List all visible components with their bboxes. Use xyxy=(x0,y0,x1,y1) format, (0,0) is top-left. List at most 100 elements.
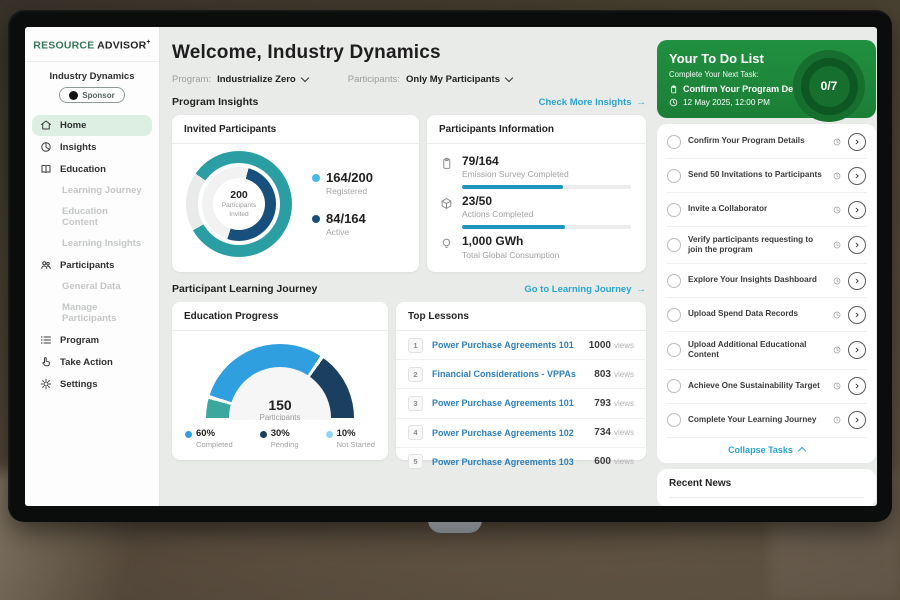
check-more-insights-link[interactable]: Check More Insights → xyxy=(539,97,646,108)
collapse-tasks-link[interactable]: Collapse Tasks xyxy=(666,438,867,463)
lesson-rank: 1 xyxy=(408,338,423,353)
lesson-row[interactable]: 5 Power Purchase Agreements 103 600 view… xyxy=(396,448,646,476)
sidebar-item-general-data[interactable]: General Data xyxy=(32,277,152,297)
sponsor-label: Sponsor xyxy=(82,91,114,100)
clock-icon xyxy=(833,172,841,180)
sidebar-item-program[interactable]: Program xyxy=(32,330,152,351)
donut-center-value: 200 xyxy=(230,189,248,201)
lesson-row[interactable]: 2 Financial Considerations - VPPAs 803 v… xyxy=(396,360,646,389)
lesson-rank: 3 xyxy=(408,396,423,411)
sidebar-item-learning-insights[interactable]: Learning Insights xyxy=(32,234,152,254)
sidebar-item-label: Manage Participants xyxy=(62,302,144,324)
views-count: 600 xyxy=(594,456,611,467)
sidebar-item-label: Insights xyxy=(60,142,96,153)
todo-progress-count: 0/7 xyxy=(809,66,850,107)
donut-center: 200 Participants Invited xyxy=(213,178,265,230)
lesson-row[interactable]: 4 Power Purchase Agreements 102 734 view… xyxy=(396,419,646,448)
clock-icon xyxy=(833,416,841,424)
sidebar-item-education-content[interactable]: Education Content xyxy=(32,202,152,233)
lesson-row[interactable]: 3 Power Purchase Agreements 101 793 view… xyxy=(396,389,646,418)
link-label: Check More Insights xyxy=(539,97,632,108)
sidebar-item-home[interactable]: Home xyxy=(32,115,152,136)
logo-plus: + xyxy=(146,39,150,46)
task-open-button[interactable] xyxy=(848,411,866,429)
task-open-button[interactable] xyxy=(848,236,866,254)
sidebar-item-settings[interactable]: Settings xyxy=(32,374,152,395)
task-checkbox[interactable] xyxy=(667,238,681,252)
task-row[interactable]: Explore Your Insights Dashboard xyxy=(666,264,867,298)
task-checkbox[interactable] xyxy=(667,413,681,427)
clock-icon xyxy=(833,138,841,146)
task-checkbox[interactable] xyxy=(667,203,681,217)
lesson-link[interactable]: Power Purchase Agreements 103 xyxy=(432,457,594,467)
program-dropdown[interactable]: Program: Industrialize Zero xyxy=(172,74,308,85)
participants-filter-value: Only My Participants xyxy=(406,74,500,85)
task-open-button[interactable] xyxy=(848,377,866,395)
task-open-button[interactable] xyxy=(848,201,866,219)
lesson-link[interactable]: Power Purchase Agreements 101 xyxy=(432,398,594,408)
sidebar-item-label: Participants xyxy=(60,260,114,271)
todo-summary-card: Your To Do List Complete Your Next Task:… xyxy=(657,40,876,118)
task-row[interactable]: Invite a Collaborator xyxy=(666,193,867,227)
participants-dropdown[interactable]: Participants: Only My Participants xyxy=(348,74,512,85)
sidebar-item-learning-journey[interactable]: Learning Journey xyxy=(32,181,152,201)
clock-icon xyxy=(669,98,678,107)
task-checkbox[interactable] xyxy=(667,135,681,149)
chevron-down-icon xyxy=(505,74,513,82)
task-checkbox[interactable] xyxy=(667,379,681,393)
task-open-button[interactable] xyxy=(848,306,866,324)
task-row[interactable]: Verify participants requesting to join t… xyxy=(666,227,867,264)
task-open-button[interactable] xyxy=(848,133,866,151)
sidebar-item-label: Education xyxy=(60,164,106,175)
insights-cards-row: Invited Participants 200 Participants In… xyxy=(172,115,646,272)
actions-completed-row: 23/50 Actions Completed xyxy=(440,195,633,219)
progress-fill xyxy=(462,225,565,229)
top-lessons-card: Top Lessons 1 Power Purchase Agreements … xyxy=(396,302,646,460)
collapse-tasks-label: Collapse Tasks xyxy=(728,445,793,455)
sponsor-badge[interactable]: Sponsor xyxy=(59,87,124,103)
todo-next-time-label: 12 May 2025, 12:00 PM xyxy=(683,98,770,107)
consumption-row: 1,000 GWh Total Global Consumption xyxy=(440,235,633,259)
task-checkbox[interactable] xyxy=(667,308,681,322)
sidebar-item-manage-participants[interactable]: Manage Participants xyxy=(32,298,152,329)
sidebar-item-label: General Data xyxy=(62,281,121,292)
sidebar-item-education[interactable]: Education xyxy=(32,159,152,180)
task-checkbox[interactable] xyxy=(667,169,681,183)
page-title: Welcome, Industry Dynamics xyxy=(172,42,646,64)
task-row[interactable]: Upload Additional Educational Content xyxy=(666,332,867,369)
lesson-link[interactable]: Financial Considerations - VPPAs xyxy=(432,369,594,379)
learning-cards-row: Education Progress 150 Participants 60% xyxy=(172,302,646,460)
task-row[interactable]: Send 50 Invitations to Participants xyxy=(666,159,867,193)
task-label: Send 50 Invitations to Participants xyxy=(688,170,826,181)
clock-icon xyxy=(833,206,841,214)
views-suffix: views xyxy=(614,428,634,437)
task-row[interactable]: Achieve One Sustainability Target xyxy=(666,370,867,404)
task-open-button[interactable] xyxy=(848,167,866,185)
sidebar-item-insights[interactable]: Insights xyxy=(32,137,152,158)
participants-information-card: Participants Information 79/164 Emission… xyxy=(427,115,646,272)
task-row[interactable]: Upload Spend Data Records xyxy=(666,298,867,332)
lesson-rank: 4 xyxy=(408,425,423,440)
todo-panel: Your To Do List Complete Your Next Task:… xyxy=(657,27,876,506)
task-row[interactable]: Complete Your Learning Journey xyxy=(666,404,867,438)
list-icon xyxy=(40,334,52,346)
gauge-center: 150 Participants xyxy=(206,397,354,420)
clock-icon xyxy=(833,382,841,390)
go-to-learning-journey-link[interactable]: Go to Learning Journey → xyxy=(524,284,646,295)
task-row[interactable]: Confirm Your Program Details xyxy=(666,125,867,159)
sidebar-item-take-action[interactable]: Take Action xyxy=(32,352,152,373)
sidebar: RESOURCE ADVISOR+ Industry Dynamics Spon… xyxy=(25,27,160,506)
lesson-link[interactable]: Power Purchase Agreements 101 xyxy=(432,340,589,350)
task-checkbox[interactable] xyxy=(667,274,681,288)
task-checkbox[interactable] xyxy=(667,343,681,357)
metric-value: 79/164 xyxy=(462,155,569,168)
lesson-link[interactable]: Power Purchase Agreements 102 xyxy=(432,428,594,438)
views-suffix: views xyxy=(614,370,634,379)
task-open-button[interactable] xyxy=(848,341,866,359)
views-count: 793 xyxy=(594,398,611,409)
task-open-button[interactable] xyxy=(848,272,866,290)
chevron-down-icon xyxy=(300,74,308,82)
sidebar-item-participants[interactable]: Participants xyxy=(32,255,152,276)
lesson-row[interactable]: 1 Power Purchase Agreements 101 1000 vie… xyxy=(396,331,646,360)
views-suffix: views xyxy=(614,399,634,408)
